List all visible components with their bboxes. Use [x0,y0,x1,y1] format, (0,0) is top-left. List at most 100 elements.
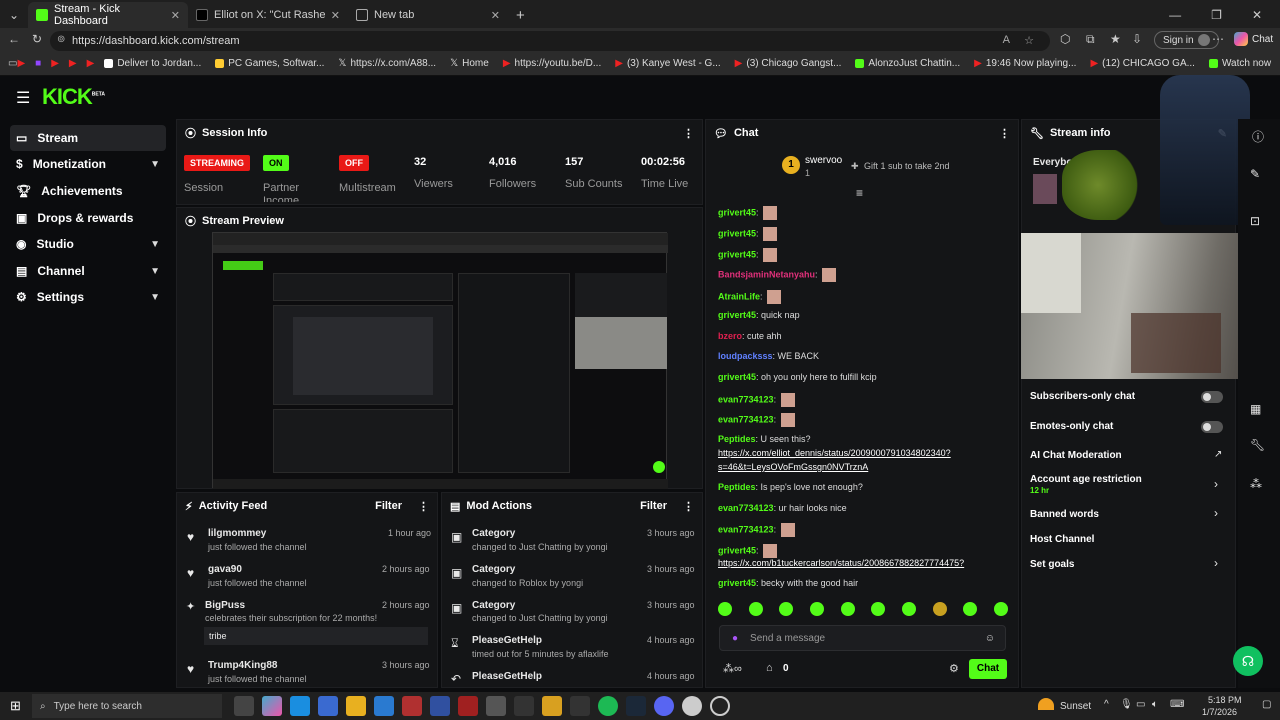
youtube-bookmark-icon[interactable]: ▶ [17,58,25,69]
weather-text[interactable]: Sunset [1060,701,1091,712]
chat-username[interactable]: AtrainLife [718,291,760,301]
chat-username[interactable]: grivert45 [718,578,756,588]
emote-icon[interactable] [963,602,978,616]
tab-kick-dashboard[interactable]: Stream - Kick Dashboard ✕ [28,2,188,28]
app-icon[interactable] [458,696,478,716]
youtube-bookmark-icon[interactable]: ▶ [69,58,77,69]
more-options-icon[interactable]: ⋮ [683,127,694,140]
more-options-icon[interactable]: ⋮ [683,500,694,513]
chat-username[interactable]: grivert45 [718,228,756,238]
language-icon[interactable]: ⌨ [1170,699,1184,710]
emote-icon[interactable] [748,602,763,616]
chat-username[interactable]: grivert45 [718,249,756,259]
chat-settings-icon[interactable]: ⚙ [949,662,959,675]
bookmark-item[interactable]: AlonzoJust Chattin... [855,58,960,69]
chat-username[interactable]: grivert45 [718,310,756,320]
url-field[interactable]: ⊚ https://dashboard.kick.com/stream A ☆ [50,31,1050,51]
favorites-icon[interactable]: ★ [1110,32,1121,46]
screen-icon[interactable]: ⊡ [1250,214,1260,228]
external-link-icon[interactable]: ↗ [1214,449,1222,460]
chat-username[interactable]: evan7734123 [718,414,774,424]
spotify-icon[interactable] [598,696,618,716]
emote-icon[interactable] [718,602,732,616]
close-tab-icon[interactable]: ✕ [491,9,500,22]
bookmark-item[interactable]: ▶ (3) Chicago Gangst... [735,58,842,69]
chat-link[interactable]: https://x.com/b1tuckercarlson/status/200… [718,558,964,568]
favorite-star-icon[interactable]: ☆ [1024,34,1034,47]
chevron-right-icon[interactable]: › [1214,477,1218,491]
bookmark-item[interactable]: Watch now [1208,58,1271,69]
sidebar-item-channel[interactable]: ▤ Channel ▼ [10,258,166,284]
app-icon[interactable] [486,696,506,716]
layout-icon[interactable]: ▦ [1250,402,1261,416]
copilot-button[interactable]: Chat [1234,32,1273,46]
read-aloud-icon[interactable]: A [1003,34,1010,46]
taskbar-search[interactable]: ⌕ Type here to search [32,694,222,718]
task-view-icon[interactable] [234,696,254,716]
clock-time[interactable]: 5:18 PM [1208,695,1242,705]
activity-user[interactable]: Trump4King88 [208,660,277,671]
chat-username[interactable]: evan7734123 [718,503,774,513]
discord-icon[interactable] [654,696,674,716]
emote-icon[interactable] [901,602,916,616]
account-age-link[interactable]: Account age restriction [1030,474,1142,485]
emote-icon[interactable] [871,602,886,616]
info-icon[interactable]: ⓘ [1252,128,1264,145]
wrench-icon[interactable]: 🔧︎ [1250,438,1265,452]
close-window-icon[interactable]: ✕ [1252,8,1262,22]
chat-username[interactable]: Peptides [718,482,756,492]
store-icon[interactable]: ⌂ [766,662,773,674]
chat-username[interactable]: evan7734123 [718,394,774,404]
emote-icon[interactable] [779,602,794,616]
bookmark-item[interactable]: ▶ 19:46 Now playing... [974,58,1076,69]
extensions-icon[interactable]: ⬡ [1060,32,1070,46]
activity-user[interactable]: lilgmommey [208,528,266,539]
activity-user[interactable]: gava90 [208,564,242,575]
chat-username[interactable]: loudpacksss [718,351,773,361]
network-icon[interactable]: ▭ [1136,699,1145,710]
chat-input[interactable]: ● Send a message ☺ [719,625,1006,651]
emoji-icon[interactable]: ☺ [985,633,995,644]
site-info-icon[interactable]: ⊚ [57,34,65,45]
bookmark-item[interactable]: 𝕏https://x.com/A88... [338,58,436,69]
chat-username[interactable]: grivert45 [718,207,756,217]
chat-username[interactable]: bzero [718,331,742,341]
sign-in-button[interactable]: Sign in [1154,31,1219,49]
sidebar-item-drops[interactable]: ▣ Drops & rewards [10,205,166,231]
banned-words-link[interactable]: Banned words [1030,509,1099,520]
support-chat-icon[interactable]: ☊ [1233,646,1263,676]
bookmark-item[interactable]: ▶ https://youtu.be/D... [503,58,601,69]
app-icon[interactable] [514,696,534,716]
downloads-icon[interactable]: ⇩ [1132,32,1142,46]
bookmark-pinned-icon[interactable]: ▭ [0,58,17,69]
obs-icon[interactable] [682,696,702,716]
chat-username[interactable]: BandsjaminNetanyahu [718,269,815,279]
hamburger-menu-icon[interactable]: ☰ [16,88,30,108]
bookmark-item[interactable]: PC Games, Softwar... [215,58,324,69]
microphone-tray-icon[interactable]: 🎙︎ [1120,699,1133,710]
minimize-icon[interactable]: — [1169,8,1181,22]
filter-button[interactable]: Filter [640,500,667,512]
close-tab-icon[interactable]: ✕ [331,9,340,22]
set-goals-link[interactable]: Set goals [1030,559,1074,570]
sidebar-item-achievements[interactable]: 🏆︎ Achievements [10,178,166,204]
tab-new-tab[interactable]: New tab ✕ [348,2,508,28]
youtube-bookmark-icon[interactable]: ▶ [87,58,95,69]
subscribers-only-toggle[interactable] [1201,391,1223,403]
app-icon[interactable] [402,696,422,716]
refresh-icon[interactable]: ↻ [32,32,42,46]
emote-icon[interactable] [840,602,855,616]
more-options-icon[interactable]: ⋮ [999,127,1010,140]
copilot-taskbar-icon[interactable] [262,696,282,716]
pencil-icon[interactable]: ✎ [1250,167,1260,181]
notifications-icon[interactable]: ▢ [1262,699,1271,710]
sidebar-item-studio[interactable]: ◉ Studio ▼ [10,231,166,257]
back-icon[interactable]: ← [8,32,20,46]
gift-sub-text[interactable]: Gift 1 sub to take 2nd [864,161,950,171]
emote-icon[interactable] [993,602,1008,616]
chat-link[interactable]: https://x.com/elliot_dennis/status/20090… [718,448,951,458]
volume-icon[interactable]: 🔈︎ [1152,699,1158,710]
new-tab-button[interactable]: + [508,2,533,28]
app-icon[interactable] [710,696,730,716]
emotes-only-toggle[interactable] [1201,421,1223,433]
